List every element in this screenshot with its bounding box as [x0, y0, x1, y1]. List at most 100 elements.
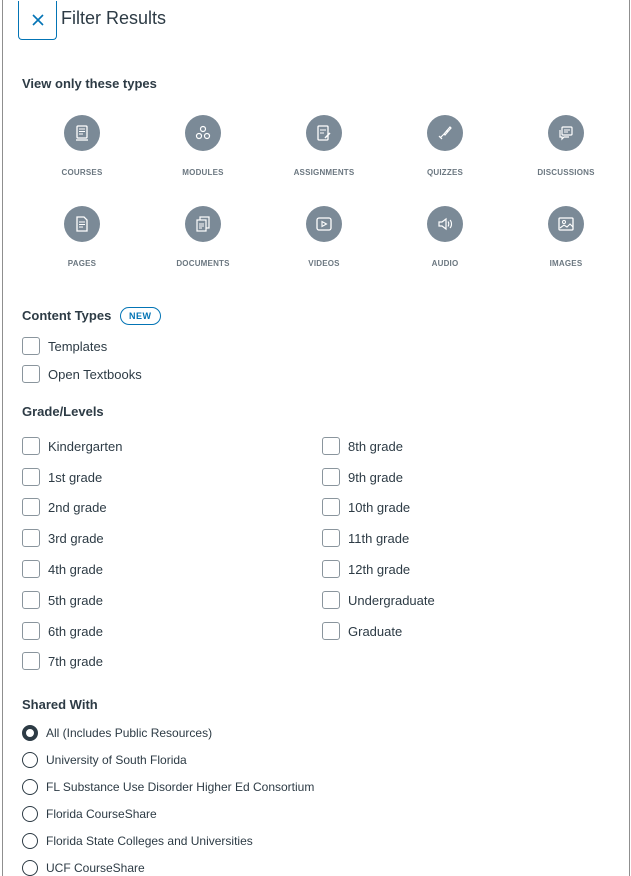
radio-fl-substance[interactable]: FL Substance Use Disorder Higher Ed Cons… — [22, 779, 314, 795]
page-title: Filter Results — [61, 7, 167, 28]
type-images[interactable]: IMAGES — [506, 206, 626, 268]
checkbox-6th-grade[interactable]: 6th grade — [22, 622, 103, 640]
type-assignments[interactable]: ASSIGNMENTS — [264, 115, 384, 177]
checkbox-label: 5th grade — [48, 592, 103, 608]
checkbox-graduate[interactable]: Graduate — [322, 622, 402, 640]
radio-ucf-courseshare[interactable]: UCF CourseShare — [22, 860, 145, 876]
checkbox-label: 12th grade — [348, 561, 411, 577]
radio-button[interactable] — [22, 833, 38, 849]
checkbox-11th-grade[interactable]: 11th grade — [322, 529, 409, 547]
checkbox[interactable] — [22, 365, 40, 383]
checkbox-2nd-grade[interactable]: 2nd grade — [22, 498, 107, 516]
checkbox-label: 4th grade — [48, 561, 103, 577]
type-label: DISCUSSIONS — [537, 168, 595, 177]
radio-florida-courseshare[interactable]: Florida CourseShare — [22, 806, 157, 822]
filter-header: Filter Results — [18, 0, 166, 40]
type-label: DOCUMENTS — [176, 259, 230, 268]
checkbox[interactable] — [322, 560, 340, 578]
checkbox[interactable] — [322, 468, 340, 486]
close-icon — [31, 13, 44, 26]
checkbox[interactable] — [322, 437, 340, 455]
checkbox-label: Templates — [48, 338, 108, 354]
type-videos[interactable]: VIDEOS — [264, 206, 384, 268]
type-label: MODULES — [182, 168, 224, 177]
audio-icon — [427, 206, 463, 242]
checkbox-10th-grade[interactable]: 10th grade — [322, 498, 410, 516]
radio-all[interactable]: All (Includes Public Resources) — [22, 725, 212, 741]
discussions-icon — [548, 115, 584, 151]
checkbox[interactable] — [22, 591, 40, 609]
checkbox-label: Open Textbooks — [48, 366, 142, 382]
type-quizzes[interactable]: QUIZZES — [385, 115, 505, 177]
checkbox-8th-grade[interactable]: 8th grade — [322, 437, 403, 455]
checkbox-5th-grade[interactable]: 5th grade — [22, 591, 103, 609]
type-discussions[interactable]: DISCUSSIONS — [506, 115, 626, 177]
checkbox-4th-grade[interactable]: 4th grade — [22, 560, 103, 578]
type-courses[interactable]: COURSES — [22, 115, 142, 177]
modules-icon — [185, 115, 221, 151]
checkbox-label: 11th grade — [348, 530, 410, 546]
checkbox[interactable] — [22, 468, 40, 486]
radio-button[interactable] — [22, 806, 38, 822]
type-audio[interactable]: AUDIO — [385, 206, 505, 268]
checkbox-7th-grade[interactable]: 7th grade — [22, 652, 103, 670]
radio-florida-state[interactable]: Florida State Colleges and Universities — [22, 833, 253, 849]
checkbox[interactable] — [22, 498, 40, 516]
checkbox-label: Graduate — [348, 623, 403, 639]
radio-label: UCF CourseShare — [46, 861, 145, 875]
checkbox-label: Undergraduate — [348, 592, 435, 608]
checkbox[interactable] — [322, 529, 340, 547]
radio-label: Florida CourseShare — [46, 807, 157, 821]
checkbox[interactable] — [322, 591, 340, 609]
radio-button[interactable] — [22, 725, 38, 741]
checkbox-label: 8th grade — [348, 438, 403, 454]
assignments-icon — [306, 115, 342, 151]
documents-icon — [185, 206, 221, 242]
checkbox-label: 6th grade — [48, 623, 103, 639]
radio-label: Florida State Colleges and Universities — [46, 834, 253, 848]
checkbox-kindergarten[interactable]: Kindergarten — [22, 437, 122, 455]
checkbox[interactable] — [22, 622, 40, 640]
checkbox[interactable] — [322, 498, 340, 516]
radio-button[interactable] — [22, 752, 38, 768]
content-types-title: Content Types — [22, 308, 112, 323]
checkbox-label: 3rd grade — [48, 530, 104, 546]
checkbox-3rd-grade[interactable]: 3rd grade — [22, 529, 104, 547]
checkbox[interactable] — [22, 652, 40, 670]
radio-label: All (Includes Public Resources) — [46, 726, 213, 740]
type-modules[interactable]: MODULES — [143, 115, 263, 177]
checkbox-label: 2nd grade — [48, 499, 107, 515]
checkbox-label: 9th grade — [348, 469, 403, 485]
checkbox-9th-grade[interactable]: 9th grade — [322, 468, 403, 486]
quizzes-icon — [427, 115, 463, 151]
checkbox-label: 1st grade — [48, 469, 103, 485]
type-label: AUDIO — [431, 259, 459, 268]
checkbox-open-textbooks[interactable]: Open Textbooks — [22, 365, 142, 383]
close-button[interactable] — [18, 0, 57, 40]
images-icon — [548, 206, 584, 242]
courses-icon — [64, 115, 100, 151]
type-documents[interactable]: DOCUMENTS — [143, 206, 263, 268]
pages-icon — [64, 206, 100, 242]
type-label: COURSES — [61, 168, 103, 177]
checkbox-1st-grade[interactable]: 1st grade — [22, 468, 102, 486]
checkbox[interactable] — [22, 337, 40, 355]
type-pages[interactable]: PAGES — [22, 206, 142, 268]
checkbox-undergraduate[interactable]: Undergraduate — [322, 591, 435, 609]
radio-button[interactable] — [22, 860, 38, 876]
checkbox-templates[interactable]: Templates — [22, 337, 107, 355]
type-label: VIDEOS — [308, 259, 340, 268]
radio-button[interactable] — [22, 779, 38, 795]
grade-levels-title: Grade/Levels — [22, 404, 104, 419]
checkbox[interactable] — [22, 437, 40, 455]
videos-icon — [306, 206, 342, 242]
checkbox-12th-grade[interactable]: 12th grade — [322, 560, 410, 578]
radio-usf[interactable]: University of South Florida — [22, 752, 187, 768]
type-label: ASSIGNMENTS — [293, 168, 355, 177]
type-label: QUIZZES — [426, 168, 464, 177]
checkbox[interactable] — [22, 560, 40, 578]
radio-label: University of South Florida — [46, 753, 187, 767]
type-label: PAGES — [67, 259, 97, 268]
checkbox[interactable] — [22, 529, 40, 547]
checkbox[interactable] — [322, 622, 340, 640]
